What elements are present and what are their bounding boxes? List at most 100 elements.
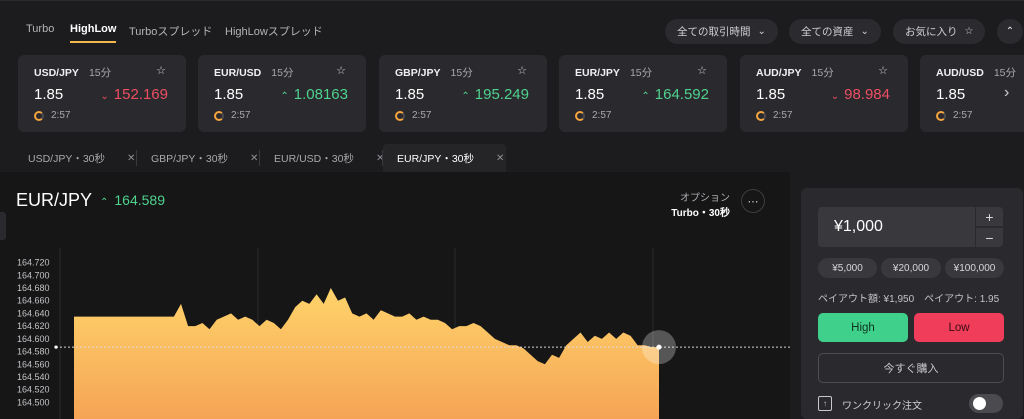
asset-card-symbol: EUR/JPY 15分 bbox=[575, 67, 653, 79]
option-value: Turbo・30秒 bbox=[671, 208, 730, 219]
asset-card-usdjpy[interactable]: USD/JPY 15分 ☆ 1.85 ⌄ 152.169 2:57 bbox=[18, 55, 186, 132]
timer-ring-icon bbox=[395, 110, 405, 121]
asset-card-gbpjpy[interactable]: GBP/JPY 15分 ☆ 1.85 ⌃ 195.249 2:57 bbox=[379, 55, 547, 132]
y-tick-label: 164.700 bbox=[17, 270, 50, 280]
one-click-toggle[interactable] bbox=[969, 394, 1003, 413]
asset-card-symbol: USD/JPY 15分 bbox=[34, 67, 112, 79]
asset-card-payout: 1.85 bbox=[395, 86, 425, 103]
star-icon[interactable]: ☆ bbox=[517, 64, 527, 77]
toggle-knob bbox=[973, 397, 986, 410]
asset-card-eurjpy[interactable]: EUR/JPY 15分 ☆ 1.85 ⌃ 164.592 2:57 bbox=[559, 55, 727, 132]
preset-100000-button[interactable]: ¥100,000 bbox=[945, 258, 1004, 278]
chart-pair-title: EUR/JPY bbox=[16, 190, 93, 210]
asset-card-eurusd[interactable]: EUR/USD 15分 ☆ 1.85 ⌃ 1.08163 2:57 bbox=[198, 55, 366, 132]
chart-tab-bar: USD/JPY・30秒 ✕ GBP/JPY・30秒 ✕ EUR/USD・30秒 ✕ E… bbox=[0, 144, 1024, 172]
tab-divider bbox=[259, 150, 260, 166]
panel-edge bbox=[0, 212, 6, 240]
investment-amount-input[interactable]: ¥1,000 bbox=[818, 207, 975, 247]
asset-card-timer: 2:57 bbox=[575, 110, 611, 121]
option-label: オプション bbox=[680, 193, 730, 204]
asset-card-payout: 1.85 bbox=[936, 86, 966, 103]
asset-card-period: 15分 bbox=[88, 67, 112, 79]
timer-ring-icon bbox=[756, 110, 766, 121]
star-icon[interactable]: ☆ bbox=[878, 64, 888, 77]
more-options-button[interactable]: ⋯ bbox=[741, 189, 765, 213]
more-icon: ⋯ bbox=[747, 195, 759, 208]
chart-tab-usdjpy[interactable]: USD/JPY・30秒 ✕ bbox=[14, 144, 135, 172]
preset-20000-button[interactable]: ¥20,000 bbox=[881, 258, 941, 278]
favorites-filter-label: お気に入り bbox=[905, 26, 958, 38]
close-icon[interactable]: ✕ bbox=[496, 153, 504, 164]
chart-tab-label: EUR/USD・30秒 bbox=[274, 152, 354, 165]
y-tick-label: 164.560 bbox=[17, 359, 50, 369]
timer-ring-icon bbox=[936, 110, 946, 121]
preset-5000-button[interactable]: ¥5,000 bbox=[818, 258, 877, 278]
arrow-up-icon: ⌃ bbox=[280, 91, 289, 102]
buy-now-button[interactable]: 今すぐ購入 bbox=[818, 353, 1004, 383]
price-chart[interactable]: 164.720 164.700 164.680 164.660 164.640 164.6… bbox=[0, 240, 790, 419]
amount-increase-button[interactable]: + bbox=[976, 207, 1003, 226]
current-price-marker bbox=[54, 345, 58, 349]
asset-card-period: 15分 bbox=[811, 67, 834, 79]
trading-time-filter[interactable]: 全ての取引時間 ⌄ bbox=[665, 19, 778, 44]
chart-tab-gbpjpy[interactable]: GBP/JPY・30秒 ✕ bbox=[137, 144, 258, 172]
arrow-down-icon: ⌄ bbox=[830, 91, 840, 102]
y-tick-label: 164.660 bbox=[17, 296, 50, 306]
chart-tab-eurjpy[interactable]: EUR/JPY・30秒 ✕ bbox=[383, 144, 506, 172]
asset-card-audjpy[interactable]: AUD/JPY 15分 ☆ 1.85 ⌄ 98.984 2:57 bbox=[740, 55, 908, 132]
arrow-down-icon: ⌄ bbox=[100, 91, 109, 102]
y-tick-label: 164.600 bbox=[17, 334, 50, 344]
timer-ring-icon bbox=[214, 110, 224, 121]
mode-tab-highlow-spread[interactable]: HighLowスプレッド bbox=[225, 23, 323, 39]
mode-tab-highlow[interactable]: HighLow bbox=[70, 23, 117, 43]
asset-card-quote: ⌃ 195.249 bbox=[461, 86, 529, 103]
star-icon[interactable]: ☆ bbox=[697, 64, 707, 77]
y-tick-label: 164.540 bbox=[17, 372, 50, 382]
chevron-down-icon: ⌄ bbox=[860, 26, 869, 37]
star-icon[interactable]: ☆ bbox=[156, 64, 166, 77]
asset-card-timer: 2:57 bbox=[34, 110, 70, 121]
star-icon: ☆ bbox=[964, 26, 974, 37]
asset-card-symbol: AUD/USD 15分 bbox=[936, 67, 1017, 79]
price-area bbox=[74, 288, 659, 419]
y-tick-label: 164.640 bbox=[17, 308, 50, 318]
payout-rate: ペイアウト: 1.95 bbox=[924, 294, 1000, 305]
tab-divider bbox=[382, 150, 383, 166]
chart-tab-label: GBP/JPY・30秒 bbox=[151, 152, 229, 165]
payout-info: ペイアウト額: ¥1,950 ペイアウト: 1.95 bbox=[818, 290, 999, 305]
low-button[interactable]: Low bbox=[914, 313, 1004, 342]
close-icon[interactable]: ✕ bbox=[127, 153, 135, 164]
timer-ring-icon bbox=[34, 110, 44, 121]
asset-card-timer: 2:57 bbox=[214, 110, 250, 121]
y-tick-label: 164.500 bbox=[17, 397, 50, 407]
collapse-button[interactable]: ⌃ bbox=[997, 19, 1023, 44]
amount-decrease-button[interactable]: − bbox=[976, 228, 1003, 247]
star-icon[interactable]: ☆ bbox=[336, 64, 346, 77]
asset-filter[interactable]: 全ての資産 ⌄ bbox=[789, 19, 881, 44]
top-bar: Turbo HighLow Turboスプレッド HighLowスプレッド 全て… bbox=[0, 0, 1024, 56]
y-tick-label: 164.620 bbox=[17, 321, 50, 331]
one-click-icon: ↑ bbox=[818, 396, 832, 411]
payout-amount: ペイアウト額: ¥1,950 bbox=[818, 294, 915, 305]
arrow-up-icon: ⌃ bbox=[641, 91, 650, 102]
close-icon[interactable]: ✕ bbox=[250, 153, 258, 164]
chevron-down-icon: ⌄ bbox=[757, 26, 766, 37]
asset-filter-label: 全ての資産 bbox=[801, 26, 854, 38]
asset-card-payout: 1.85 bbox=[214, 86, 244, 103]
high-button[interactable]: High bbox=[818, 313, 908, 342]
asset-card-quote: ⌃ 164.592 bbox=[641, 86, 709, 103]
tab-divider bbox=[136, 150, 137, 166]
one-click-label: ワンクリック注文 bbox=[842, 401, 922, 412]
asset-card-quote: ⌄ 98.984 bbox=[830, 86, 890, 103]
arrow-up-icon: ⌃ bbox=[100, 197, 109, 208]
favorites-filter[interactable]: お気に入り ☆ bbox=[893, 19, 986, 44]
mode-tab-turbo-spread[interactable]: Turboスプレッド bbox=[129, 23, 212, 39]
chart-tab-eurusd[interactable]: EUR/USD・30秒 ✕ bbox=[260, 144, 384, 172]
mode-tab-turbo[interactable]: Turbo bbox=[26, 23, 54, 35]
chevron-right-icon[interactable]: › bbox=[1004, 84, 1009, 102]
y-tick-label: 164.680 bbox=[17, 283, 50, 293]
asset-card-symbol: GBP/JPY 15分 bbox=[395, 67, 473, 79]
asset-card-period: 15分 bbox=[629, 67, 653, 79]
chart-current-quote: ⌃ 164.589 bbox=[100, 192, 165, 208]
asset-card-timer: 2:57 bbox=[395, 110, 431, 121]
